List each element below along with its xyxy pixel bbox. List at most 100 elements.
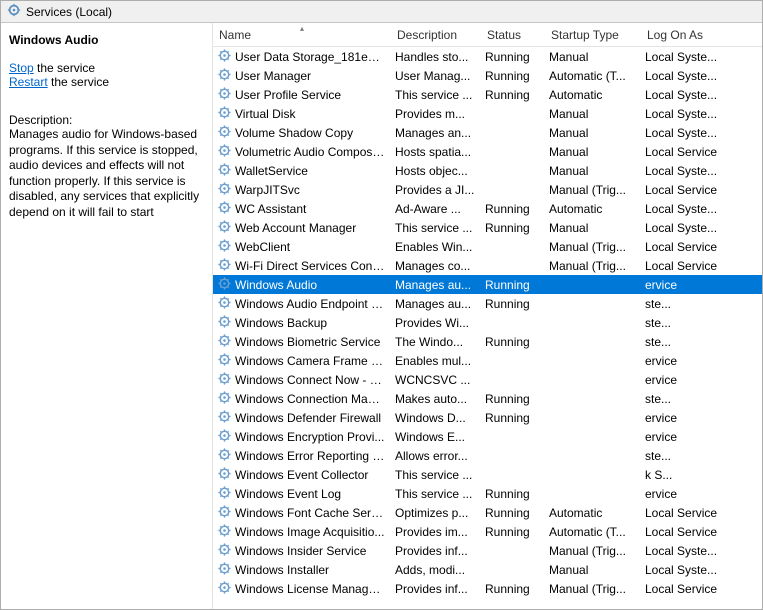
table-row[interactable]: Windows Camera Frame Se...Enables mul...…: [213, 351, 762, 370]
service-logon: Local Syste...: [641, 126, 731, 140]
service-name: Volumetric Audio Composit...: [235, 145, 385, 159]
service-startup: Automatic: [545, 202, 641, 216]
service-name: Windows Error Reporting Se...: [235, 449, 385, 463]
service-icon: [217, 580, 232, 598]
service-icon: [217, 295, 232, 313]
service-status: Running: [481, 202, 545, 216]
service-description: Windows E...: [391, 430, 481, 444]
service-icon: [217, 67, 232, 85]
stop-link[interactable]: Stop: [9, 61, 34, 75]
table-row[interactable]: Windows Insider ServiceProvides inf...Ma…: [213, 541, 762, 560]
service-name: Virtual Disk: [235, 107, 385, 121]
table-row[interactable]: WarpJITSvcProvides a JI...Manual (Trig..…: [213, 180, 762, 199]
table-row[interactable]: Windows Error Reporting Se...Allows erro…: [213, 446, 762, 465]
service-logon: ste...: [641, 392, 731, 406]
service-logon: ste...: [641, 297, 731, 311]
table-row[interactable]: Windows InstallerAdds, modi...ManualLoca…: [213, 560, 762, 579]
column-name[interactable]: Name ▴: [213, 25, 391, 45]
table-row[interactable]: Windows Defender FirewallWindows D...Run…: [213, 408, 762, 427]
service-name: Volume Shadow Copy: [235, 126, 385, 140]
service-status: Running: [481, 297, 545, 311]
service-name: Windows Font Cache Service: [235, 506, 385, 520]
service-icon: [217, 542, 232, 560]
restart-link[interactable]: Restart: [9, 75, 48, 89]
service-icon: [217, 162, 232, 180]
service-startup: Manual: [545, 107, 641, 121]
service-status: Running: [481, 278, 545, 292]
stop-suffix: the service: [34, 61, 95, 75]
table-row[interactable]: Windows Connection Mana...Makes auto...R…: [213, 389, 762, 408]
table-row[interactable]: WalletServiceHosts objec...ManualLocal S…: [213, 161, 762, 180]
table-row[interactable]: Virtual DiskProvides m...ManualLocal Sys…: [213, 104, 762, 123]
service-icon: [217, 352, 232, 370]
service-name: WC Assistant: [235, 202, 385, 216]
service-logon: ste...: [641, 316, 731, 330]
service-logon: Local Syste...: [641, 544, 731, 558]
service-icon: [217, 333, 232, 351]
table-row[interactable]: Windows Connect Now - C...WCNCSVC ...erv…: [213, 370, 762, 389]
service-icon: [217, 314, 232, 332]
service-logon: Local Service: [641, 525, 731, 539]
column-startup-type[interactable]: Startup Type: [545, 25, 641, 45]
table-row[interactable]: User ManagerUser Manag...RunningAutomati…: [213, 66, 762, 85]
service-icon: [217, 523, 232, 541]
table-row[interactable]: User Profile ServiceThis service ...Runn…: [213, 85, 762, 104]
service-logon: Local Syste...: [641, 202, 731, 216]
service-name: Windows Image Acquisitio...: [235, 525, 385, 539]
service-icon: [217, 238, 232, 256]
table-row[interactable]: Windows Font Cache Service Optimizes p...…: [213, 503, 762, 522]
service-logon: ervice: [641, 373, 731, 387]
service-startup: Automatic (T...: [545, 525, 641, 539]
service-startup: Manual (Trig...: [545, 240, 641, 254]
service-icon: [217, 276, 232, 294]
service-icon: [217, 466, 232, 484]
table-row[interactable]: Volumetric Audio Composit...Hosts spatia…: [213, 142, 762, 161]
table-row[interactable]: Wi-Fi Direct Services Conne...Manages co…: [213, 256, 762, 275]
table-row[interactable]: User Data Storage_181e8d93Handles sto...…: [213, 47, 762, 66]
service-name: Windows Event Collector: [235, 468, 385, 482]
service-logon: ste...: [641, 335, 731, 349]
table-row[interactable]: WebClientEnables Win...Manual (Trig...Lo…: [213, 237, 762, 256]
table-row[interactable]: Windows License Manager ...Provides inf.…: [213, 579, 762, 598]
service-name: Wi-Fi Direct Services Conne...: [235, 259, 385, 273]
service-status: Running: [481, 88, 545, 102]
service-startup: Automatic: [545, 506, 641, 520]
column-log-on-as[interactable]: Log On As: [641, 25, 731, 45]
service-description: Hosts objec...: [391, 164, 481, 178]
table-row[interactable]: WC AssistantAd-Aware ...RunningAutomatic…: [213, 199, 762, 218]
table-row[interactable]: Windows Event LogThis service ...Running…: [213, 484, 762, 503]
service-logon: Local Syste...: [641, 164, 731, 178]
service-icon: [217, 371, 232, 389]
service-icon: [217, 86, 232, 104]
service-logon: ervice: [641, 411, 731, 425]
service-name: User Manager: [235, 69, 385, 83]
table-row[interactable]: Windows Event Collector This service ... k…: [213, 465, 762, 484]
service-description: Optimizes p...: [391, 506, 481, 520]
table-row[interactable]: Web Account ManagerThis service ...Runni…: [213, 218, 762, 237]
table-row[interactable]: Windows AudioManages au...Runningervice: [213, 275, 762, 294]
service-name: Windows Defender Firewall: [235, 411, 385, 425]
table-row[interactable]: Volume Shadow CopyManages an...ManualLoc…: [213, 123, 762, 142]
service-icon: [217, 409, 232, 427]
service-logon: k S...: [641, 468, 731, 482]
restart-suffix: the service: [48, 75, 109, 89]
table-row[interactable]: Windows Image Acquisitio...Provides im..…: [213, 522, 762, 541]
column-status[interactable]: Status: [481, 25, 545, 45]
service-icon: [217, 428, 232, 446]
service-description: Provides inf...: [391, 582, 481, 596]
service-startup: Automatic: [545, 88, 641, 102]
service-name: Windows Event Log: [235, 487, 385, 501]
table-row[interactable]: Windows Encryption Provi...Windows E...e…: [213, 427, 762, 446]
panel-header: Services (Local): [1, 1, 762, 23]
column-description[interactable]: Description: [391, 25, 481, 45]
table-row[interactable]: Windows BackupProvides Wi...ste...: [213, 313, 762, 332]
service-name: Windows Connect Now - C...: [235, 373, 385, 387]
service-description: This service ...: [391, 468, 481, 482]
service-name: Windows Camera Frame Se...: [235, 354, 385, 368]
service-description: Handles sto...: [391, 50, 481, 64]
table-row[interactable]: Windows Audio Endpoint B...Manages au...…: [213, 294, 762, 313]
service-icon: [217, 124, 232, 142]
table-row[interactable]: Windows Biometric ServiceThe Windo...Run…: [213, 332, 762, 351]
service-logon: Local Service: [641, 183, 731, 197]
service-startup: Manual: [545, 50, 641, 64]
